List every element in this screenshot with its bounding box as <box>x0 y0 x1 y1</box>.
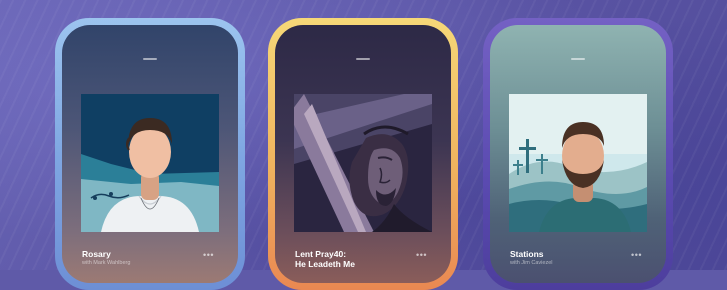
phone-screen: Rosary with Mark Wahlberg ••• <box>62 25 238 283</box>
phone-screen: Lent Pray40: He Leadeth Me ••• <box>275 25 451 283</box>
speaker-notch <box>143 58 157 60</box>
phone-card-stations[interactable]: Stations with Jim Caviezel ••• <box>483 18 673 290</box>
more-options-icon[interactable]: ••• <box>203 251 214 260</box>
card-title: Rosary <box>82 249 111 259</box>
speaker-notch <box>356 58 370 60</box>
session-artwork[interactable] <box>509 94 647 232</box>
more-options-icon[interactable]: ••• <box>416 251 427 260</box>
card-title-line-1: Lent Pray40: <box>295 249 347 259</box>
session-artwork[interactable] <box>294 94 432 232</box>
bearded-man-crosses-artwork <box>509 94 647 232</box>
card-title: Stations <box>510 249 544 259</box>
more-options-icon[interactable]: ••• <box>631 251 642 260</box>
jesus-with-cross-artwork <box>294 94 432 232</box>
phone-screen: Stations with Jim Caviezel ••• <box>490 25 666 283</box>
card-subtitle: with Jim Caviezel <box>510 260 553 266</box>
phone-card-lent-pray40[interactable]: Lent Pray40: He Leadeth Me ••• <box>268 18 458 290</box>
card-title-line-2: He Leadeth Me <box>295 259 355 269</box>
man-portrait-artwork <box>81 94 219 232</box>
speaker-notch <box>571 58 585 60</box>
session-artwork[interactable] <box>81 94 219 232</box>
card-subtitle: with Mark Wahlberg <box>82 260 131 266</box>
phone-card-rosary[interactable]: Rosary with Mark Wahlberg ••• <box>55 18 245 290</box>
card-title: Lent Pray40: He Leadeth Me <box>295 249 405 269</box>
